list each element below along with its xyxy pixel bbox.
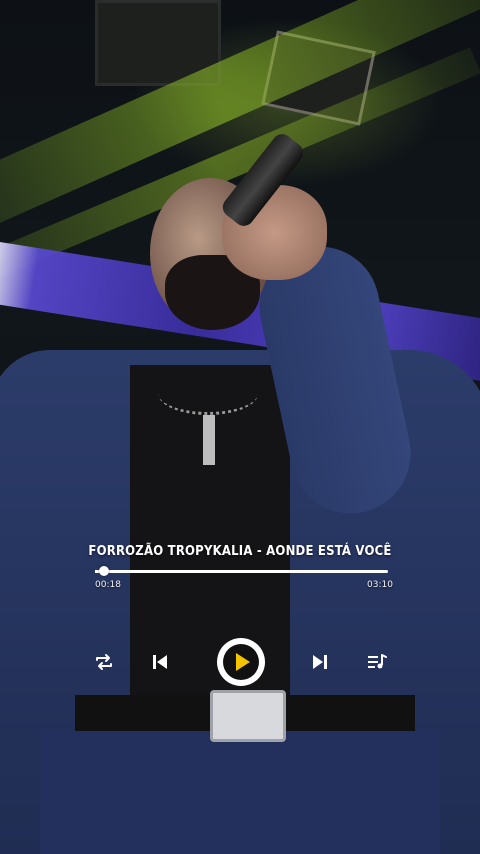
next-button[interactable] bbox=[310, 652, 330, 672]
music-player-overlay: FORROZÃO TROPYKALIA - AONDE ESTÁ VOCÊ 00… bbox=[0, 0, 480, 854]
play-icon bbox=[221, 642, 261, 682]
progress-bar[interactable] bbox=[95, 566, 388, 576]
queue-button[interactable] bbox=[366, 652, 388, 672]
repeat-icon bbox=[94, 653, 114, 671]
play-button[interactable] bbox=[217, 638, 265, 686]
previous-button[interactable] bbox=[150, 652, 170, 672]
queue-icon bbox=[367, 653, 387, 671]
total-time: 03:10 bbox=[367, 580, 393, 590]
progress-knob[interactable] bbox=[98, 566, 109, 576]
current-time: 00:18 bbox=[95, 580, 121, 590]
song-title: FORROZÃO TROPYKALIA - AONDE ESTÁ VOCÊ bbox=[88, 544, 392, 559]
previous-icon bbox=[151, 653, 169, 671]
repeat-button[interactable] bbox=[93, 652, 115, 672]
next-icon bbox=[311, 653, 329, 671]
